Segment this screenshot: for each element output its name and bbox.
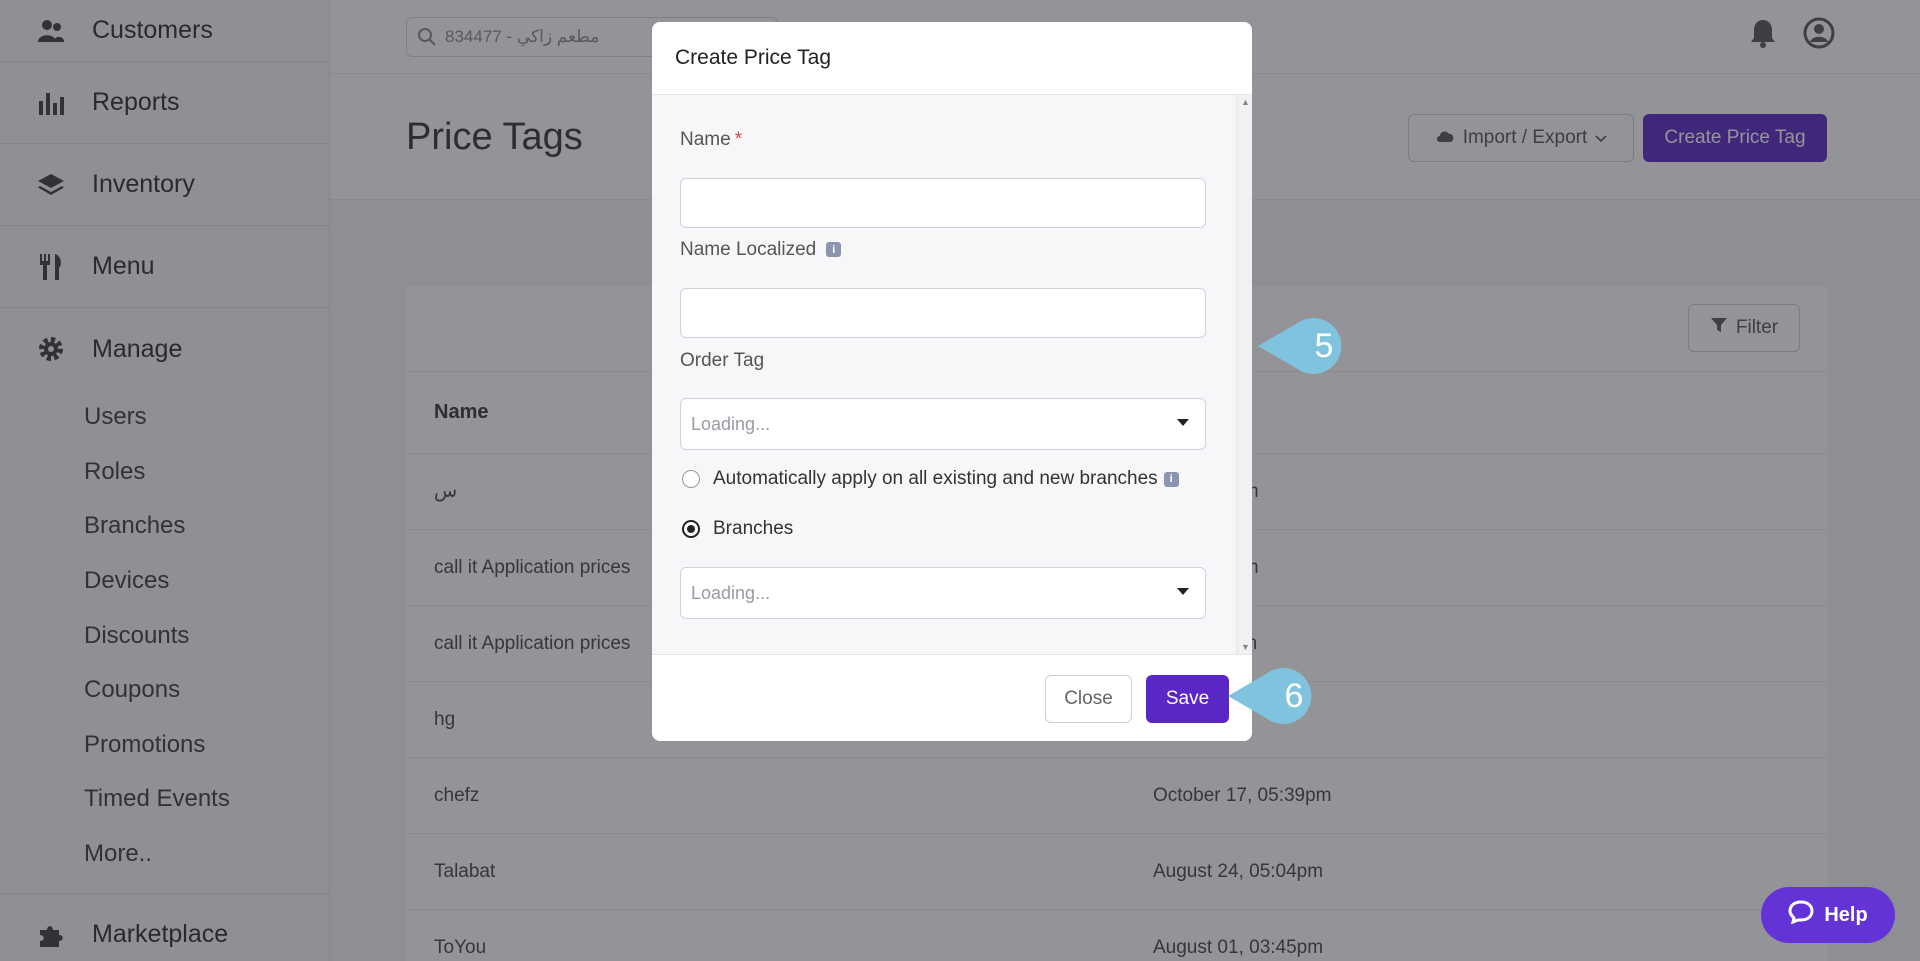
branches-radio-row[interactable]: Branches bbox=[682, 518, 793, 540]
save-button[interactable]: Save bbox=[1146, 675, 1229, 723]
scroll-down-icon[interactable]: ▼ bbox=[1241, 642, 1250, 652]
branches-value: Loading... bbox=[691, 582, 771, 603]
name-localized-label: Name Localized i bbox=[680, 239, 842, 261]
scroll-up-icon[interactable]: ▲ bbox=[1241, 97, 1250, 107]
chat-bubble-icon bbox=[1788, 900, 1814, 930]
modal-body: Name * Name Localized i Order Tag Loading.… bbox=[652, 95, 1252, 655]
modal-scrollbar[interactable]: ▲ ▼ bbox=[1236, 95, 1252, 654]
name-localized-label-text: Name Localized bbox=[680, 239, 817, 260]
name-label-text: Name bbox=[680, 129, 731, 150]
step-5-callout: 5 bbox=[1258, 316, 1358, 381]
help-button[interactable]: Help bbox=[1761, 887, 1895, 943]
branches-radio[interactable] bbox=[682, 520, 700, 538]
required-mark: * bbox=[734, 129, 743, 150]
name-input[interactable] bbox=[680, 178, 1206, 228]
close-button[interactable]: Close bbox=[1045, 675, 1132, 723]
branches-select[interactable]: Loading... bbox=[680, 567, 1206, 619]
caret-down-icon bbox=[1177, 588, 1189, 595]
caret-down-icon bbox=[1177, 419, 1189, 426]
step-5-number: 5 bbox=[1315, 327, 1334, 365]
help-label: Help bbox=[1824, 903, 1868, 926]
modal-footer: Close Save bbox=[652, 655, 1252, 741]
callout-marker-icon: 5 bbox=[1258, 318, 1342, 374]
info-icon[interactable]: i bbox=[1163, 471, 1179, 487]
auto-apply-label: Automatically apply on all existing and … bbox=[713, 468, 1158, 489]
order-tag-select[interactable]: Loading... bbox=[680, 398, 1206, 450]
auto-apply-radio-row[interactable]: Automatically apply on all existing and … bbox=[682, 468, 1179, 490]
step-6-number: 6 bbox=[1285, 677, 1304, 715]
order-tag-value: Loading... bbox=[691, 413, 771, 434]
modal-header: Create Price Tag bbox=[652, 22, 1252, 95]
branches-label: Branches bbox=[713, 518, 794, 539]
modal-title: Create Price Tag bbox=[675, 46, 832, 69]
create-price-tag-modal: Create Price Tag Name * Name Localized i O… bbox=[652, 22, 1252, 741]
order-tag-label: Order Tag bbox=[680, 350, 765, 371]
callout-marker-icon: 6 bbox=[1228, 668, 1312, 724]
step-6-callout: 6 bbox=[1228, 666, 1328, 731]
info-icon[interactable]: i bbox=[826, 242, 842, 258]
auto-apply-radio[interactable] bbox=[682, 470, 700, 488]
name-localized-input[interactable] bbox=[680, 288, 1206, 338]
name-label: Name * bbox=[680, 129, 742, 151]
